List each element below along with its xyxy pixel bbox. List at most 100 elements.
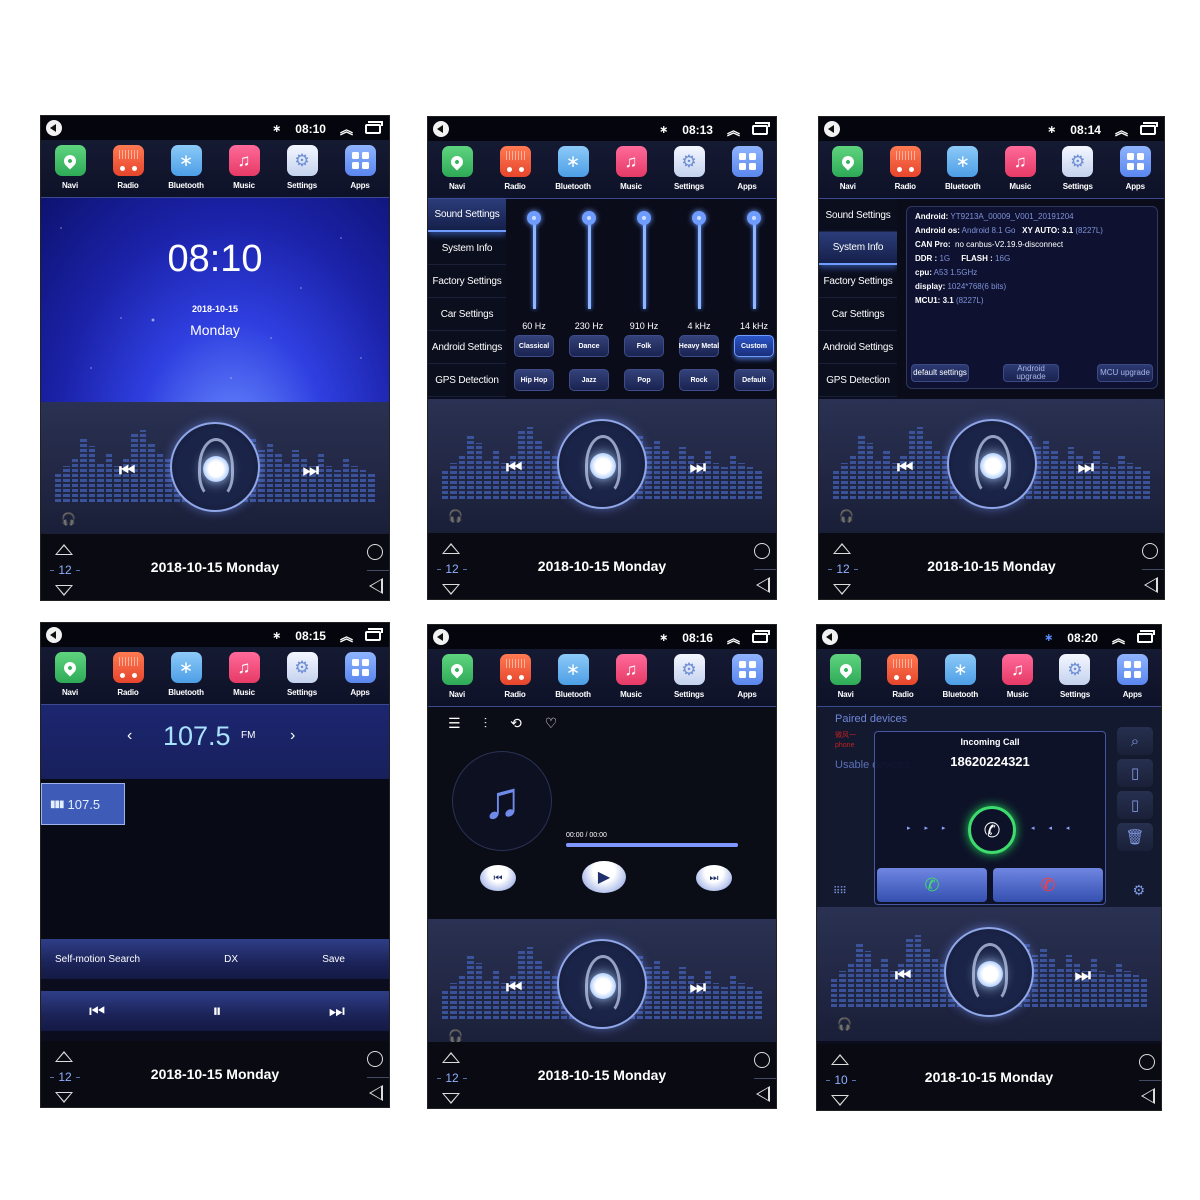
- connect-phone-button[interactable]: ▯: [1117, 759, 1153, 787]
- back-circle-icon[interactable]: [433, 629, 449, 645]
- dock-app-bluetooth[interactable]: ∗ Bluetooth: [934, 654, 986, 699]
- recents-icon[interactable]: [1140, 121, 1158, 135]
- music-disc-button[interactable]: [557, 419, 647, 509]
- home-icon[interactable]: [754, 1052, 770, 1068]
- music-widget[interactable]: ⏮ ⏭ 🎧: [817, 907, 1161, 1041]
- delete-device-button[interactable]: 🗑: [1117, 823, 1153, 851]
- settings-nav-android-settings[interactable]: Android Settings: [819, 331, 897, 364]
- volume-up-icon[interactable]: [833, 543, 851, 554]
- eq-slider-910hz[interactable]: 910 Hz: [624, 211, 664, 331]
- pause-icon[interactable]: ⏸: [213, 1001, 222, 1022]
- back-triangle-icon[interactable]: [756, 577, 770, 593]
- dock-app-apps[interactable]: Apps: [721, 146, 773, 191]
- headphones-icon[interactable]: 🎧: [448, 1029, 463, 1043]
- preset-default-button[interactable]: Default: [734, 369, 774, 391]
- back-circle-icon[interactable]: [46, 120, 62, 136]
- dock-app-bluetooth[interactable]: ∗ Bluetooth: [937, 146, 989, 191]
- dock-app-music[interactable]: ♫ Music: [605, 654, 657, 699]
- dock-app-radio[interactable]: Radio: [489, 654, 541, 699]
- dock-app-navi[interactable]: Navi: [822, 146, 874, 191]
- favorite-icon[interactable]: ♡: [545, 715, 558, 732]
- home-icon[interactable]: [1142, 543, 1158, 559]
- frequency-next-button[interactable]: ›: [290, 727, 295, 745]
- headphones-icon[interactable]: 🎧: [448, 509, 463, 523]
- dock-app-apps[interactable]: Apps: [1106, 654, 1158, 699]
- mcu-upgrade-button[interactable]: MCU upgrade: [1097, 364, 1153, 382]
- chevron-up-icon[interactable]: ︽: [1112, 628, 1125, 647]
- volume-down-icon[interactable]: [442, 584, 460, 595]
- music-widget[interactable]: ⏮ ⏭ 🎧: [428, 919, 776, 1053]
- headphones-icon[interactable]: 🎧: [839, 509, 854, 523]
- chevron-up-icon[interactable]: ︽: [340, 626, 353, 645]
- dock-app-music[interactable]: ♫ Music: [605, 146, 657, 191]
- recents-icon[interactable]: [365, 627, 383, 641]
- previous-station-icon[interactable]: ⏮: [89, 1001, 105, 1022]
- chevron-up-icon[interactable]: ︽: [727, 628, 740, 647]
- dock-app-apps[interactable]: Apps: [334, 145, 386, 190]
- settings-nav-factory-settings[interactable]: Factory Settings: [819, 265, 897, 298]
- headphones-icon[interactable]: 🎧: [837, 1017, 852, 1031]
- station-preset[interactable]: ▮▮▮ 107.5: [41, 783, 125, 825]
- dock-app-radio[interactable]: Radio: [877, 654, 929, 699]
- settings-nav-gps-detection[interactable]: GPS Detection: [819, 364, 897, 397]
- volume-down-icon[interactable]: [55, 1092, 73, 1103]
- save-button[interactable]: Save: [322, 954, 345, 965]
- back-circle-icon[interactable]: [822, 629, 838, 645]
- settings-nav-system-info[interactable]: System Info: [428, 232, 506, 265]
- home-icon[interactable]: [367, 1051, 383, 1067]
- skip-next-icon[interactable]: ⏭: [303, 460, 319, 481]
- volume-down-icon[interactable]: [833, 584, 851, 595]
- dock-app-navi[interactable]: Navi: [431, 146, 483, 191]
- phone-settings-button[interactable]: ▯: [1117, 791, 1153, 819]
- volume-up-icon[interactable]: [442, 543, 460, 554]
- music-widget[interactable]: ⏮ ⏭ 🎧: [819, 399, 1164, 533]
- dock-app-navi[interactable]: Navi: [820, 654, 872, 699]
- music-disc-button[interactable]: [557, 939, 647, 1029]
- dock-app-bluetooth[interactable]: ∗ Bluetooth: [160, 652, 212, 697]
- eq-knob[interactable]: [527, 211, 541, 225]
- recents-icon[interactable]: [752, 121, 770, 135]
- dock-app-radio[interactable]: Radio: [102, 652, 154, 697]
- next-track-button[interactable]: ⏭: [696, 865, 732, 891]
- skip-previous-icon[interactable]: ⏮: [119, 460, 135, 481]
- playlist-icon[interactable]: ☰: [448, 715, 461, 732]
- home-icon[interactable]: [1139, 1054, 1155, 1070]
- dialpad-icon[interactable]: ⠿⠿: [833, 886, 847, 897]
- volume-up-icon[interactable]: [442, 1052, 460, 1063]
- dock-app-apps[interactable]: Apps: [721, 654, 773, 699]
- repeat-icon[interactable]: ⟲: [510, 715, 522, 732]
- previous-track-button[interactable]: ⏮: [480, 865, 516, 891]
- play-button[interactable]: ▶: [582, 861, 626, 893]
- back-circle-icon[interactable]: [824, 121, 840, 137]
- preset-pop-button[interactable]: Pop: [624, 369, 664, 391]
- dock-app-navi[interactable]: Navi: [431, 654, 483, 699]
- music-disc-button[interactable]: [946, 419, 1037, 509]
- dock-app-apps[interactable]: Apps: [334, 652, 386, 697]
- settings-nav-car-settings[interactable]: Car Settings: [819, 298, 897, 331]
- dock-app-settings[interactable]: ⚙ Settings: [1049, 654, 1101, 699]
- dock-app-bluetooth[interactable]: ∗ Bluetooth: [547, 146, 599, 191]
- skip-previous-icon[interactable]: ⏮: [897, 457, 913, 478]
- chevron-up-icon[interactable]: ︽: [727, 120, 740, 139]
- back-circle-icon[interactable]: [433, 121, 449, 137]
- recents-icon[interactable]: [1137, 629, 1155, 643]
- default-settings-button[interactable]: default settings: [911, 364, 969, 382]
- dock-app-bluetooth[interactable]: ∗ Bluetooth: [547, 654, 599, 699]
- volume-down-icon[interactable]: [831, 1095, 849, 1106]
- paired-device-item[interactable]: 微风一 phone: [835, 731, 875, 751]
- dx-button[interactable]: DX: [224, 954, 238, 965]
- recents-icon[interactable]: [752, 629, 770, 643]
- preset-folk-button[interactable]: Folk: [624, 335, 664, 357]
- dock-app-bluetooth[interactable]: ∗ Bluetooth: [160, 145, 212, 190]
- music-disc-button[interactable]: [944, 927, 1034, 1017]
- eq-knob[interactable]: [637, 211, 651, 225]
- skip-next-icon[interactable]: ⏭: [690, 977, 706, 998]
- back-circle-icon[interactable]: [46, 627, 62, 643]
- eq-slider-230hz[interactable]: 230 Hz: [569, 211, 609, 331]
- back-triangle-icon[interactable]: [369, 1085, 383, 1101]
- preset-dance-button[interactable]: Dance: [569, 335, 609, 357]
- frequency-prev-button[interactable]: ‹: [127, 727, 132, 745]
- preset-heavy-metal-button[interactable]: Heavy Metal: [679, 335, 719, 357]
- dock-app-settings[interactable]: ⚙ Settings: [663, 146, 715, 191]
- dock-app-settings[interactable]: ⚙ Settings: [663, 654, 715, 699]
